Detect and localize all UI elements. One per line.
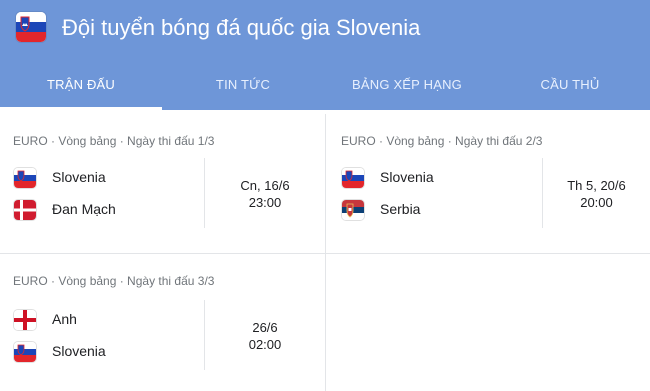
match-card[interactable]: EURO · Vòng bảng · Ngày thi đấu 2/3 Slov… bbox=[326, 114, 650, 253]
match-time: 20:00 bbox=[580, 195, 613, 210]
grid-divider bbox=[326, 253, 650, 254]
tab-players[interactable]: CẦU THỦ bbox=[490, 62, 650, 110]
tab-standings[interactable]: BẢNG XẾP HẠNG bbox=[324, 62, 490, 110]
match-date: 26/6 bbox=[252, 320, 278, 335]
match-datetime: 26/6 02:00 bbox=[205, 319, 325, 353]
match-datetime: Th 5, 20/6 20:00 bbox=[543, 177, 650, 211]
tab-news[interactable]: TIN TỨC bbox=[162, 62, 324, 110]
grid-divider bbox=[0, 253, 325, 254]
team-name: Anh bbox=[52, 311, 77, 327]
slovenia-flag-icon bbox=[342, 168, 364, 188]
page-title: Đội tuyển bóng đá quốc gia Slovenia bbox=[62, 15, 421, 40]
slovenia-flag-icon bbox=[14, 168, 36, 188]
match-meta: EURO · Vòng bảng · Ngày thi đấu 2/3 bbox=[341, 134, 543, 148]
team-name: Slovenia bbox=[380, 169, 434, 185]
match-date: Th 5, 20/6 bbox=[567, 178, 626, 193]
match-time: 23:00 bbox=[248, 195, 282, 210]
match-datetime: Cn, 16/6 23:00 bbox=[205, 177, 325, 211]
serbia-flag-icon bbox=[342, 200, 364, 220]
team-name: Slovenia bbox=[52, 169, 106, 185]
tab-matches[interactable]: TRẬN ĐẤU bbox=[0, 62, 162, 110]
slovenia-flag-icon bbox=[16, 12, 46, 42]
slovenia-flag-icon bbox=[14, 342, 36, 362]
team-name: Slovenia bbox=[52, 343, 106, 359]
team-header: Đội tuyển bóng đá quốc gia Slovenia TRẬN… bbox=[0, 0, 650, 110]
match-date: Cn, 16/6 bbox=[240, 178, 290, 193]
match-card[interactable]: EURO · Vòng bảng · Ngày thi đấu 1/3 Slov… bbox=[0, 114, 325, 253]
active-tab-indicator bbox=[0, 107, 162, 110]
denmark-flag-icon bbox=[14, 200, 36, 220]
england-flag-icon bbox=[14, 310, 36, 330]
match-meta: EURO · Vòng bảng · Ngày thi đấu 1/3 bbox=[13, 134, 215, 148]
tab-bar: TRẬN ĐẤU TIN TỨC BẢNG XẾP HẠNG CẦU THỦ bbox=[0, 62, 650, 110]
team-name: Đan Mạch bbox=[52, 201, 116, 217]
match-time: 02:00 bbox=[248, 337, 282, 352]
match-card[interactable]: EURO · Vòng bảng · Ngày thi đấu 3/3 Anh bbox=[0, 254, 325, 391]
team-name: Serbia bbox=[380, 201, 421, 217]
matches-grid: EURO · Vòng bảng · Ngày thi đấu 1/3 Slov… bbox=[0, 114, 650, 391]
empty-cell bbox=[326, 254, 650, 391]
match-meta: EURO · Vòng bảng · Ngày thi đấu 3/3 bbox=[13, 274, 215, 288]
